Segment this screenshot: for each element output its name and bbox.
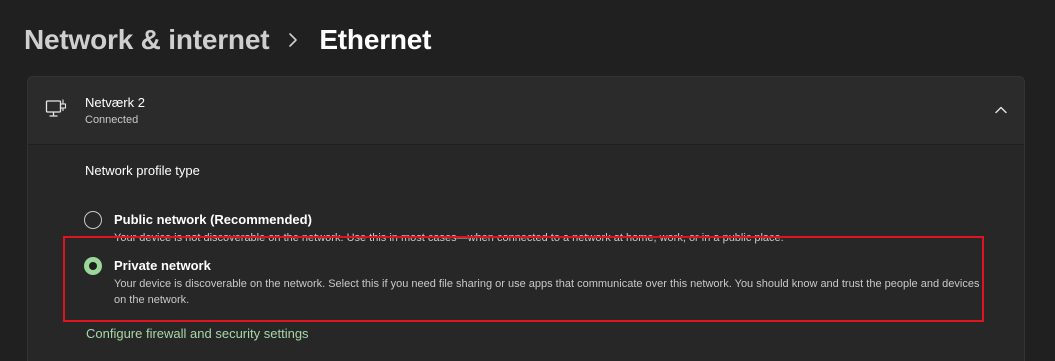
public-network-label: Public network (Recommended) — [114, 212, 312, 227]
ethernet-monitor-icon — [45, 99, 67, 117]
public-network-description: Your device is not discoverable on the n… — [114, 232, 784, 244]
ethernet-connection-card: Netværk 2 Connected Network profile type… — [27, 76, 1025, 361]
page-title: Ethernet — [319, 24, 432, 55]
breadcrumb: Network & internet Ethernet — [24, 20, 432, 60]
breadcrumb-parent-link[interactable]: Network & internet — [24, 24, 270, 56]
connection-details: Network profile type Public network (Rec… — [28, 145, 1024, 361]
connection-status: Connected — [85, 114, 139, 126]
configure-firewall-link[interactable]: Configure firewall and security settings — [86, 326, 309, 341]
private-network-description: Your device is discoverable on the netwo… — [114, 278, 980, 306]
settings-page: Network & internet Ethernet Netværk 2 Co… — [0, 0, 1055, 361]
private-network-label: Private network — [114, 258, 211, 273]
network-profile-title: Network profile type — [85, 163, 200, 178]
connection-header[interactable]: Netværk 2 Connected — [28, 77, 1024, 145]
chevron-right-icon — [289, 33, 298, 47]
network-name: Netværk 2 — [85, 95, 145, 110]
private-network-radio[interactable] — [84, 257, 102, 275]
chevron-up-icon[interactable] — [990, 99, 1012, 121]
public-network-radio[interactable] — [84, 211, 102, 229]
